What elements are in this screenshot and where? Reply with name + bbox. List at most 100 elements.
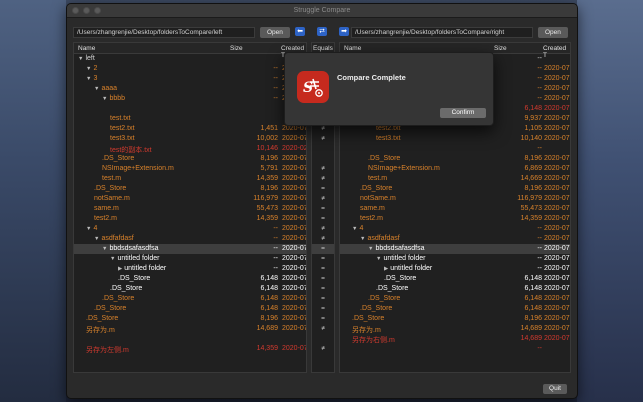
left-tree-row[interactable]: ▼bbbb--2020-07 <box>74 94 306 104</box>
right-tree-row[interactable]: .DS_Store 6,148 2020-07 <box>340 274 570 284</box>
disclosure-expanded-icon[interactable]: ▼ <box>368 246 373 252</box>
confirm-button[interactable]: Confirm <box>440 108 486 118</box>
copy-to-right-button[interactable]: ⮂ <box>317 27 327 36</box>
right-size-column[interactable]: Size <box>494 45 507 52</box>
left-tree-row[interactable]: test.m 14,359 2020-07 <box>74 174 306 184</box>
left-tree-row[interactable]: ▼ bbdsdsafasdfsa -- 2020-07 <box>74 244 306 254</box>
right-tree-row[interactable]: same.m 55,473 2020-07 <box>340 204 570 214</box>
right-tree-row[interactable]: ▶ untitled folder -- 2020-07 <box>340 264 570 274</box>
disclosure-expanded-icon[interactable]: ▼ <box>86 76 91 82</box>
left-tree-row[interactable]: .DS_Store 6,148 2020-07 <box>74 294 306 304</box>
right-tree-row[interactable]: -- <box>340 144 570 154</box>
disclosure-collapsed-icon[interactable]: ▶ <box>118 266 122 272</box>
right-tree-row[interactable]: ▼ 4 -- 2020-07 <box>340 224 570 234</box>
left-tree-row[interactable]: ▼aaaa--2020-07 <box>74 84 306 94</box>
right-tree-row[interactable]: .DS_Store 8,196 2020-07 <box>340 154 570 164</box>
disclosure-expanded-icon[interactable]: ▼ <box>352 226 357 232</box>
left-tree-row[interactable]: .DS_Store 8,196 2020-07 <box>74 314 306 324</box>
left-tree-row[interactable] <box>74 334 306 344</box>
right-tree-row[interactable]: ▼ asdfafdasf -- 2020-07 <box>340 234 570 244</box>
disclosure-expanded-icon[interactable]: ▼ <box>94 236 99 242</box>
left-tree-row[interactable]: .DS_Store 8,196 2020-07 <box>74 184 306 194</box>
left-tree-row[interactable]: .DS_Store 6,148 2020-07 <box>74 304 306 314</box>
disclosure-expanded-icon[interactable]: ▼ <box>102 96 107 102</box>
right-open-button[interactable]: Open <box>538 26 568 38</box>
right-file-label: notSame.m <box>360 195 396 202</box>
left-tree-row[interactable]: ▼ 4 -- 2020-07 <box>74 224 306 234</box>
left-name-column[interactable]: Name <box>78 45 95 52</box>
disclosure-expanded-icon[interactable]: ▼ <box>78 56 83 62</box>
left-tree-row[interactable]: ▼3--2020-07 <box>74 74 306 84</box>
disclosure-expanded-icon[interactable]: ▼ <box>376 256 381 262</box>
left-tree-row[interactable]: 另存为.m 14,689 2020-07 <box>74 324 306 334</box>
disclosure-expanded-icon[interactable]: ▼ <box>102 246 107 252</box>
right-tree-row[interactable]: ▼ bbdsdsafasdfsa -- 2020-07 <box>340 244 570 254</box>
left-open-button[interactable]: Open <box>260 26 290 38</box>
left-tree-row[interactable]: ▼ untitled folder -- 2020-07 <box>74 254 306 264</box>
left-size-column[interactable]: Size <box>230 45 243 52</box>
right-tree-row[interactable]: .DS_Store 6,148 2020-07 <box>340 304 570 314</box>
right-tree-row[interactable]: test2.m 14,359 2020-07 <box>340 214 570 224</box>
right-file-created: 2020-07 <box>544 255 570 262</box>
disclosure-collapsed-icon[interactable]: ▶ <box>384 266 388 272</box>
right-file-name: ▼ untitled folder <box>376 255 425 262</box>
left-tree-row[interactable]: NSImage+Extension.m 5,791 2020-07 <box>74 164 306 174</box>
right-file-size: -- <box>537 345 542 352</box>
disclosure-expanded-icon[interactable]: ▼ <box>86 66 91 72</box>
left-file-label: test.txt <box>110 115 131 122</box>
right-path-field[interactable]: /Users/zhangrenjie/Desktop/foldersToComp… <box>351 26 533 38</box>
left-file-label: left <box>85 55 95 62</box>
right-file-label: .DS_Store <box>376 285 409 292</box>
right-tree-row[interactable]: test3.txt 10,140 2020-07 <box>340 134 570 144</box>
right-tree-row[interactable]: test.m 14,669 2020-07 <box>340 174 570 184</box>
minimize-window-button[interactable] <box>83 7 90 14</box>
left-tree-row[interactable]: test3.txt 10,002 2020-07 <box>74 134 306 144</box>
left-tree-row[interactable]: notSame.m 116,979 2020-07 <box>74 194 306 204</box>
right-file-label: .DS_Store <box>360 185 393 192</box>
copy-right-button[interactable]: ➡ <box>339 27 349 36</box>
left-tree-row[interactable]: ▼2--2020-07 <box>74 64 306 74</box>
disclosure-expanded-icon[interactable]: ▼ <box>94 86 99 92</box>
disclosure-expanded-icon[interactable]: ▼ <box>360 236 365 242</box>
left-tree-row[interactable]: ▶ untitled folder -- 2020-07 <box>74 264 306 274</box>
disclosure-expanded-icon[interactable]: ▼ <box>86 226 91 232</box>
right-tree-row[interactable]: .DS_Store 8,196 2020-07 <box>340 184 570 194</box>
left-tree-row[interactable]: test.txt <box>74 114 306 124</box>
zoom-window-button[interactable] <box>94 7 101 14</box>
left-file-label: test2.txt <box>110 125 135 132</box>
left-tree-row[interactable]: 另存为左侧.m 14,359 2020-07 <box>74 344 306 354</box>
right-tree-row[interactable]: .DS_Store 6,148 2020-07 <box>340 294 570 304</box>
right-file-size: -- <box>537 225 542 232</box>
right-file-name: test2.txt <box>376 125 401 132</box>
left-tree-row[interactable]: test的副本.txt 10,146 2020-02 <box>74 144 306 154</box>
left-path-field[interactable]: /Users/zhangrenjie/Desktop/foldersToComp… <box>73 26 255 38</box>
left-tree-row[interactable]: ▼ asdfafdasf -- 2020-07 <box>74 234 306 244</box>
left-tree-row[interactable]: .DS_Store 6,148 2020-07 <box>74 274 306 284</box>
left-tree-row[interactable]: .DS_Store 8,196 2020-07 <box>74 154 306 164</box>
right-tree-row[interactable]: notSame.m 116,979 2020-07 <box>340 194 570 204</box>
right-name-column[interactable]: Name <box>344 45 361 52</box>
left-file-created: 2020-07 <box>282 175 307 182</box>
left-tree-row[interactable]: test2.m 14,359 2020-07 <box>74 214 306 224</box>
left-tree-row[interactable] <box>74 104 306 114</box>
right-tree-row[interactable]: NSImage+Extension.m 6,869 2020-07 <box>340 164 570 174</box>
copy-to-left-button[interactable]: ⬅ <box>295 27 305 36</box>
right-tree-row[interactable]: ▼ untitled folder -- 2020-07 <box>340 254 570 264</box>
quit-button[interactable]: Quit <box>543 384 567 394</box>
right-tree-row[interactable]: 另存为.m 14,689 2020-07 <box>340 324 570 334</box>
left-file-label: 4 <box>93 225 98 232</box>
right-tree-row[interactable]: 另存为右侧.m 14,689 2020-07 <box>340 334 570 344</box>
right-arrow-icon: ⮂ <box>319 28 325 35</box>
close-window-button[interactable] <box>72 7 79 14</box>
left-file-name: .DS_Store <box>118 275 150 282</box>
left-tree-row[interactable]: .DS_Store 6,148 2020-07 <box>74 284 306 294</box>
left-tree-row[interactable]: ▼ left <box>74 54 306 64</box>
disclosure-expanded-icon[interactable]: ▼ <box>110 256 115 262</box>
right-tree-row[interactable]: .DS_Store 6,148 2020-07 <box>340 284 570 294</box>
right-file-name: notSame.m <box>360 195 396 202</box>
left-tree-row[interactable]: test2.txt 1,451 2020-07 <box>74 124 306 134</box>
left-tree-row[interactable]: same.m 55,473 2020-07 <box>74 204 306 214</box>
right-tree-row[interactable]: -- <box>340 344 570 354</box>
right-tree-row[interactable]: .DS_Store 8,196 2020-07 <box>340 314 570 324</box>
left-file-tree[interactable]: Name Size Created T ▼left▼2--2020-07▼3--… <box>73 42 307 373</box>
